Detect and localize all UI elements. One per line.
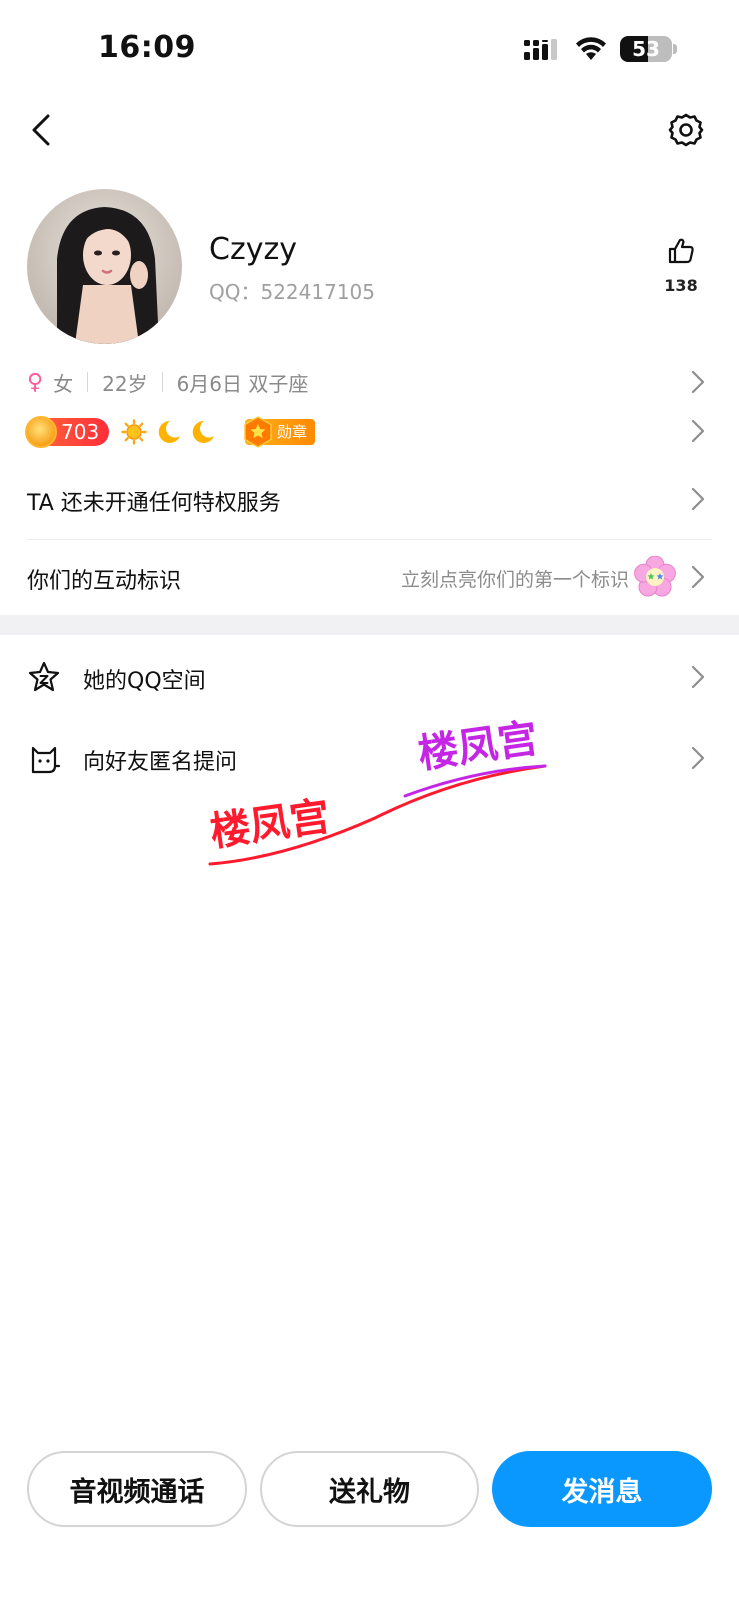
like-count: 138 (664, 276, 698, 295)
birthday-label: 6月6日 双子座 (176, 371, 309, 396)
qq-number: QQ：522417105 (209, 280, 376, 304)
chevron-right-icon[interactable] (690, 664, 706, 690)
info-divider (87, 372, 89, 392)
level-badges-row[interactable]: 703 勋章 (25, 414, 315, 450)
sun-icon (121, 419, 147, 445)
send-gift-button[interactable]: 送礼物 (260, 1451, 479, 1527)
chevron-right-icon[interactable] (690, 745, 706, 771)
back-arrow-icon[interactable] (24, 110, 60, 150)
battery-level: 53 (632, 37, 660, 61)
divider (27, 539, 712, 540)
battery-icon: 53 (620, 36, 672, 62)
interaction-mark-hint: 立刻点亮你们的第一个标识 (400, 569, 629, 591)
send-message-button[interactable]: 发消息 (492, 1451, 712, 1527)
chevron-right-icon[interactable] (690, 369, 706, 395)
qzone-star-icon (28, 661, 60, 692)
flower-badge-icon (634, 556, 676, 597)
chevron-right-icon[interactable] (690, 564, 706, 590)
nickname: Czyzy (209, 232, 297, 267)
female-icon: ♀ (27, 369, 44, 395)
privilege-label[interactable]: TA 还未开通任何特权服务 (27, 485, 281, 517)
menu-item-qzone[interactable]: 她的QQ空间 (83, 663, 206, 695)
chevron-right-icon[interactable] (690, 486, 706, 512)
battery-tip (673, 44, 677, 54)
thumbs-up-icon (668, 238, 694, 264)
age-label: 22岁 (102, 371, 148, 396)
avatar-portrait-image (27, 189, 182, 344)
chevron-right-icon[interactable] (690, 418, 706, 444)
section-divider (0, 615, 739, 635)
avatar[interactable] (27, 189, 182, 344)
coin-icon (25, 416, 57, 448)
basic-info-row[interactable]: ♀ 女 22岁 6月6日 双子座 (27, 366, 308, 398)
medal-label: 勋章 (277, 423, 308, 441)
star-medal-icon (244, 416, 272, 448)
moon-icon (192, 420, 214, 443)
cat-icon (31, 746, 61, 774)
gender-label: 女 (53, 371, 74, 396)
watermark-swoosh (208, 764, 547, 866)
moon-icon (158, 420, 180, 443)
gear-icon[interactable] (666, 110, 706, 150)
status-time: 16:09 (98, 30, 196, 65)
qq-level: 703 (61, 420, 100, 444)
video-call-button[interactable]: 音视频通话 (27, 1451, 247, 1527)
medal-badge: 勋章 (244, 416, 315, 448)
like-button[interactable]: 138 (651, 236, 711, 295)
info-divider (161, 372, 163, 392)
qq-level-badge: 703 (25, 416, 109, 448)
interaction-mark-label[interactable]: 你们的互动标识 (27, 563, 181, 595)
cellular-signal-icon (524, 39, 557, 60)
wifi-icon (576, 37, 606, 60)
